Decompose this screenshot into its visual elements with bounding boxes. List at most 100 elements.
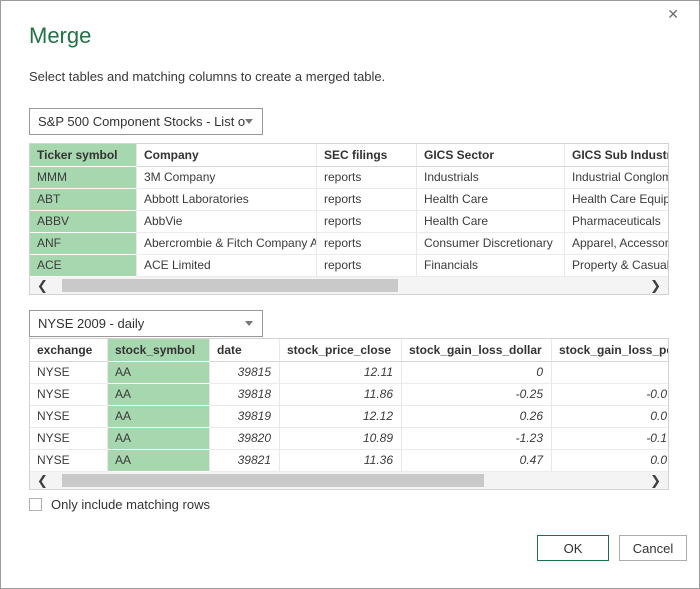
cell[interactable]: ACE Limited: [137, 255, 317, 277]
cell[interactable]: reports: [317, 255, 417, 277]
cancel-button[interactable]: Cancel: [619, 535, 687, 561]
table-row: ABBV AbbVie reports Health Care Pharmace…: [30, 211, 668, 233]
column-header-exchange[interactable]: exchange: [30, 339, 108, 362]
cell[interactable]: NYSE: [30, 406, 108, 428]
table-row: NYSE AA 39815 12.11 0: [30, 362, 668, 384]
cell[interactable]: ABT: [30, 189, 137, 211]
cell[interactable]: 3M Company: [137, 167, 317, 189]
cell[interactable]: NYSE: [30, 450, 108, 472]
table-row: ACE ACE Limited reports Financials Prope…: [30, 255, 668, 277]
cell[interactable]: reports: [317, 167, 417, 189]
cell[interactable]: MMM: [30, 167, 137, 189]
cell[interactable]: 11.36: [280, 450, 402, 472]
cell[interactable]: AA: [108, 362, 210, 384]
cell[interactable]: NYSE: [30, 428, 108, 450]
scroll-left-icon[interactable]: ❮: [37, 277, 48, 294]
cell[interactable]: AA: [108, 450, 210, 472]
cell[interactable]: Abbott Laboratories: [137, 189, 317, 211]
cell[interactable]: -0.1: [552, 428, 668, 450]
cell[interactable]: AA: [108, 428, 210, 450]
column-header-stock-gain-loss-percent[interactable]: stock_gain_loss_percen: [552, 339, 668, 362]
cell[interactable]: 39821: [210, 450, 280, 472]
cell[interactable]: NYSE: [30, 384, 108, 406]
cell[interactable]: 39820: [210, 428, 280, 450]
cell[interactable]: 10.89: [280, 428, 402, 450]
table-row: NYSE AA 39820 10.89 -1.23 -0.1: [30, 428, 668, 450]
cell[interactable]: -0.25: [402, 384, 552, 406]
ok-button[interactable]: OK: [537, 535, 609, 561]
cell[interactable]: reports: [317, 189, 417, 211]
table-row: NYSE AA 39821 11.36 0.47 0.0: [30, 450, 668, 472]
top-table-hscrollbar[interactable]: ❮ ❯: [30, 277, 668, 294]
cell[interactable]: -0.0: [552, 384, 668, 406]
cell[interactable]: ACE: [30, 255, 137, 277]
column-header-gics-sector[interactable]: GICS Sector: [417, 144, 565, 167]
cell[interactable]: 12.12: [280, 406, 402, 428]
cell[interactable]: Property & Casualty: [565, 255, 668, 277]
column-header-sec-filings[interactable]: SEC filings: [317, 144, 417, 167]
cell[interactable]: Industrial Conglomer: [565, 167, 668, 189]
table-row: NYSE AA 39819 12.12 0.26 0.0: [30, 406, 668, 428]
only-matching-rows-label: Only include matching rows: [51, 497, 210, 512]
cell[interactable]: 0.26: [402, 406, 552, 428]
dialog-subtitle: Select tables and matching columns to cr…: [29, 69, 385, 84]
cell[interactable]: reports: [317, 233, 417, 255]
cell[interactable]: 0.0: [552, 406, 668, 428]
top-table-header-row: Ticker symbol Company SEC filings GICS S…: [30, 144, 668, 167]
table-row: ABT Abbott Laboratories reports Health C…: [30, 189, 668, 211]
cell[interactable]: Industrials: [417, 167, 565, 189]
cell[interactable]: Apparel, Accessories: [565, 233, 668, 255]
cell[interactable]: ANF: [30, 233, 137, 255]
chevron-down-icon: [245, 321, 253, 326]
top-table-dropdown[interactable]: S&P 500 Component Stocks - List of...: [29, 108, 263, 135]
scroll-right-icon[interactable]: ❯: [650, 277, 661, 294]
column-header-ticker-symbol[interactable]: Ticker symbol: [30, 144, 137, 167]
cell[interactable]: Consumer Discretionary: [417, 233, 565, 255]
cell[interactable]: Health Care: [417, 211, 565, 233]
cell[interactable]: Health Care Equipme: [565, 189, 668, 211]
cell[interactable]: 39818: [210, 384, 280, 406]
chevron-down-icon: [245, 119, 253, 124]
dialog-title: Merge: [29, 23, 91, 49]
column-header-gics-sub-industry[interactable]: GICS Sub Industry: [565, 144, 668, 167]
cell[interactable]: Financials: [417, 255, 565, 277]
column-header-stock-price-close[interactable]: stock_price_close: [280, 339, 402, 362]
column-header-stock-gain-loss-dollar[interactable]: stock_gain_loss_dollar: [402, 339, 552, 362]
cell[interactable]: Health Care: [417, 189, 565, 211]
table-row: NYSE AA 39818 11.86 -0.25 -0.0: [30, 384, 668, 406]
scrollbar-thumb[interactable]: [62, 279, 398, 292]
scrollbar-thumb[interactable]: [62, 474, 484, 487]
only-matching-rows-option[interactable]: Only include matching rows: [29, 497, 210, 512]
cell[interactable]: 12.11: [280, 362, 402, 384]
cell[interactable]: ABBV: [30, 211, 137, 233]
only-matching-rows-checkbox[interactable]: [29, 498, 42, 511]
cell[interactable]: 0: [402, 362, 552, 384]
column-header-company[interactable]: Company: [137, 144, 317, 167]
column-header-stock-symbol[interactable]: stock_symbol: [108, 339, 210, 362]
table-row: MMM 3M Company reports Industrials Indus…: [30, 167, 668, 189]
top-table-dropdown-value: S&P 500 Component Stocks - List of...: [30, 114, 245, 129]
cell[interactable]: -1.23: [402, 428, 552, 450]
cell[interactable]: 39819: [210, 406, 280, 428]
cell[interactable]: [552, 362, 668, 384]
bottom-table-dropdown-value: NYSE 2009 - daily: [30, 316, 245, 331]
cell[interactable]: AA: [108, 406, 210, 428]
scroll-left-icon[interactable]: ❮: [37, 472, 48, 489]
scroll-right-icon[interactable]: ❯: [650, 472, 661, 489]
cell[interactable]: 0.47: [402, 450, 552, 472]
close-icon[interactable]: ✕: [667, 6, 679, 22]
cell[interactable]: NYSE: [30, 362, 108, 384]
cell[interactable]: AA: [108, 384, 210, 406]
bottom-table-header-row: exchange stock_symbol date stock_price_c…: [30, 339, 668, 362]
cell[interactable]: 11.86: [280, 384, 402, 406]
bottom-table-hscrollbar[interactable]: ❮ ❯: [30, 472, 668, 489]
cell[interactable]: Abercrombie & Fitch Company A: [137, 233, 317, 255]
bottom-table-dropdown[interactable]: NYSE 2009 - daily: [29, 310, 263, 337]
cell[interactable]: AbbVie: [137, 211, 317, 233]
cell[interactable]: reports: [317, 211, 417, 233]
column-header-date[interactable]: date: [210, 339, 280, 362]
merge-dialog: ✕ Merge Select tables and matching colum…: [0, 0, 700, 589]
cell[interactable]: Pharmaceuticals: [565, 211, 668, 233]
cell[interactable]: 0.0: [552, 450, 668, 472]
cell[interactable]: 39815: [210, 362, 280, 384]
